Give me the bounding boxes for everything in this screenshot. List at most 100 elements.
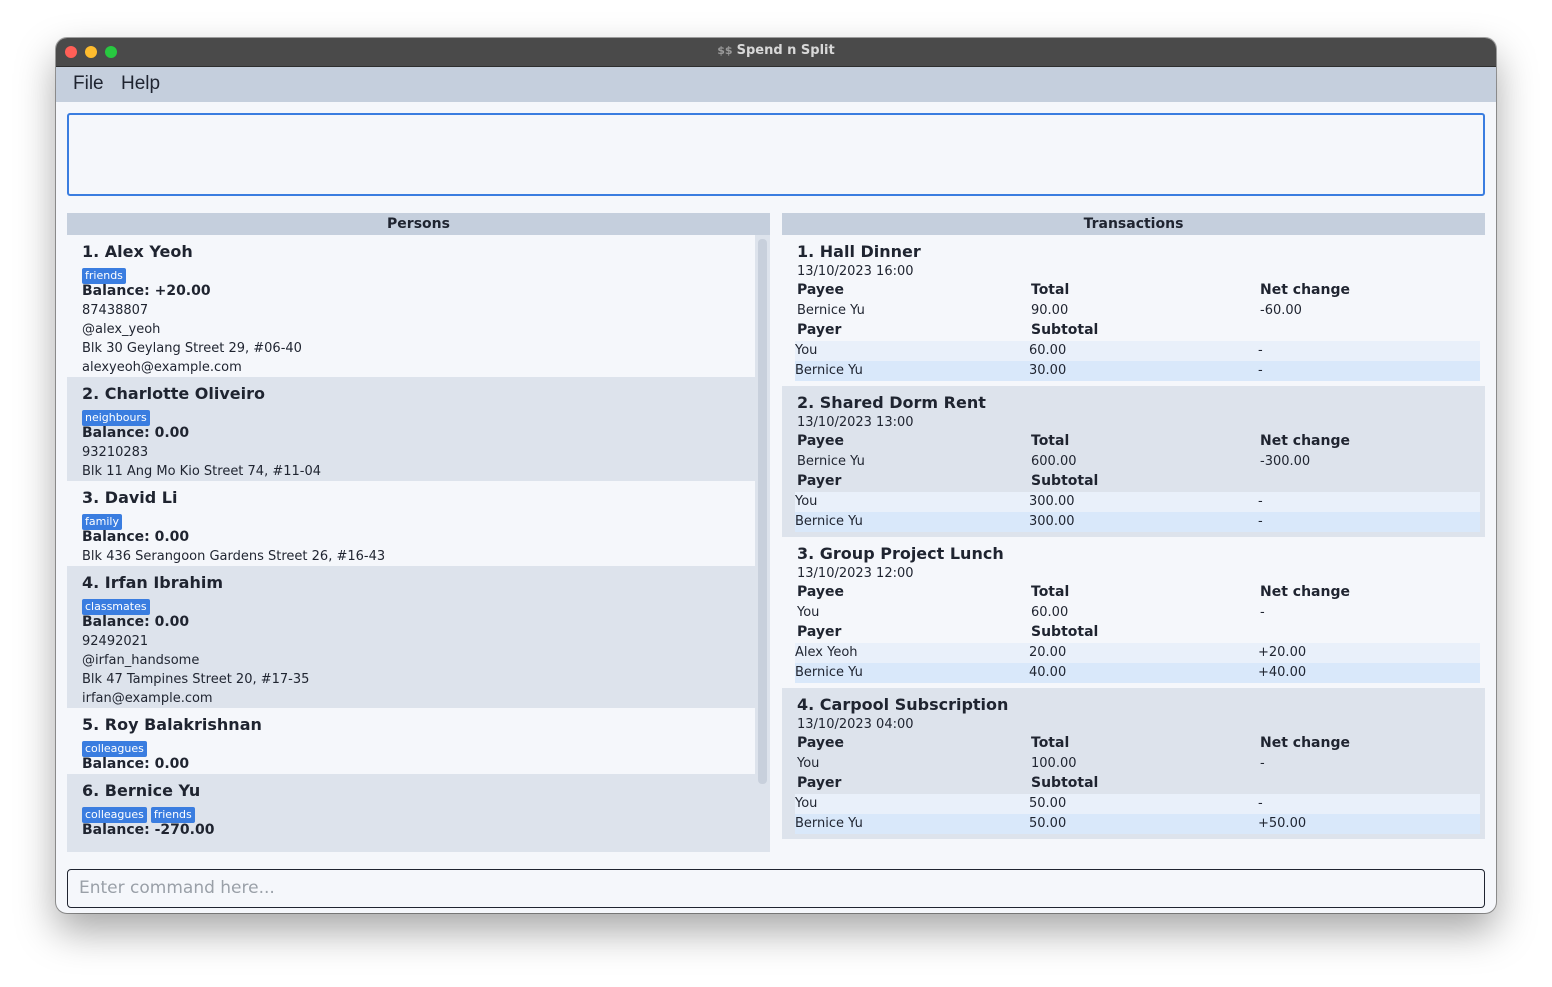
payee-net-change: -: [1260, 756, 1265, 771]
title-bar: $$ Spend n Split: [56, 38, 1496, 67]
person-balance: Balance: 0.00: [82, 614, 190, 630]
payer-name: You: [795, 796, 818, 811]
person-name: 2. Charlotte Oliveiro: [82, 384, 266, 403]
total-label: Total: [1031, 735, 1070, 751]
payer-net-change: +20.00: [1258, 645, 1307, 660]
payee-header-row: Payee Total Net change: [797, 734, 1480, 754]
app-window: $$ Spend n Split File Help Persons 1. Ale…: [56, 38, 1496, 913]
payer-row: Alex Yeoh 20.00 +20.00: [795, 643, 1480, 663]
payer-subtotal: 300.00: [1029, 494, 1075, 509]
payee-name: Bernice Yu: [797, 303, 865, 318]
person-tags: classmates: [82, 595, 740, 615]
person-detail: alexyeoh@example.com: [82, 360, 242, 375]
person-card[interactable]: 4. Irfan Ibrahim classmates Balance: 0.00 9…: [67, 566, 755, 708]
subtotal-label: Subtotal: [1031, 473, 1099, 489]
person-name: 6. Bernice Yu: [82, 781, 201, 800]
payer-net-change: -: [1258, 494, 1263, 509]
command-input[interactable]: Enter command here...: [67, 869, 1485, 908]
transaction-card[interactable]: 4. Carpool Subscription 13/10/2023 04:00 P…: [782, 688, 1485, 839]
net-change-label: Net change: [1260, 584, 1350, 600]
transaction-name: 4. Carpool Subscription: [797, 695, 1009, 714]
persons-header: Persons: [67, 213, 770, 235]
result-display[interactable]: [67, 113, 1485, 196]
person-card[interactable]: 3. David Li family Balance: 0.00 Blk 436 Se…: [67, 481, 755, 566]
persons-panel: Persons 1. Alex Yeoh friends Balance: +20.…: [67, 213, 770, 852]
person-balance: Balance: 0.00: [82, 529, 190, 545]
person-detail: 87438807: [82, 303, 149, 318]
person-name: 5. Roy Balakrishnan: [82, 715, 262, 734]
transaction-date: 13/10/2023 04:00: [797, 717, 914, 732]
person-detail: 93210283: [82, 445, 149, 460]
payee-label: Payee: [797, 584, 845, 600]
menu-bar: File Help: [56, 67, 1496, 102]
total-label: Total: [1031, 282, 1070, 298]
payer-subtotal: 20.00: [1029, 645, 1067, 660]
payer-subtotal: 50.00: [1029, 796, 1067, 811]
transaction-card[interactable]: 1. Hall Dinner 13/10/2023 16:00 Payee Total…: [782, 235, 1485, 386]
subtotal-label: Subtotal: [1031, 624, 1099, 640]
person-tags: friends: [82, 264, 740, 284]
person-card[interactable]: 5. Roy Balakrishnan colleagues Balance: 0.…: [67, 708, 755, 774]
persons-list[interactable]: 1. Alex Yeoh friends Balance: +20.00 874388…: [67, 235, 770, 840]
person-detail: @irfan_handsome: [82, 653, 200, 668]
transaction-name: 1. Hall Dinner: [797, 242, 921, 261]
payee-net-change: -300.00: [1260, 454, 1311, 469]
payee-net-change: -: [1260, 605, 1265, 620]
person-detail: 92492021: [82, 634, 149, 649]
payer-name: Alex Yeoh: [795, 645, 858, 660]
person-tags: colleagues: [82, 737, 740, 757]
payer-name: Bernice Yu: [795, 816, 863, 831]
transactions-list[interactable]: 1. Hall Dinner 13/10/2023 16:00 Payee Total…: [782, 235, 1485, 839]
total-label: Total: [1031, 433, 1070, 449]
net-change-label: Net change: [1260, 282, 1350, 298]
menu-help[interactable]: Help: [121, 73, 160, 95]
person-detail: Blk 30 Geylang Street 29, #06-40: [82, 341, 302, 356]
payer-row: Bernice Yu 40.00 +40.00: [795, 663, 1480, 683]
menu-file[interactable]: File: [73, 73, 104, 95]
person-detail: irfan@example.com: [82, 691, 213, 706]
payer-header-row: Payer Subtotal: [797, 472, 1480, 492]
transaction-card[interactable]: 3. Group Project Lunch 13/10/2023 12:00 Pa…: [782, 537, 1485, 688]
person-tags: neighbours: [82, 406, 740, 426]
person-card[interactable]: 6. Bernice Yu colleagues friends Balance: -…: [67, 774, 755, 840]
window-title-text: Spend n Split: [736, 43, 835, 58]
payer-name: You: [795, 494, 818, 509]
transaction-date: 13/10/2023 13:00: [797, 415, 914, 430]
persons-scrollbar[interactable]: [758, 239, 767, 784]
payer-net-change: -: [1258, 343, 1263, 358]
payer-net-change: -: [1258, 363, 1263, 378]
payer-net-change: -: [1258, 514, 1263, 529]
payer-net-change: +40.00: [1258, 665, 1307, 680]
person-balance: Balance: 0.00: [82, 425, 190, 441]
payer-row: You 60.00 -: [795, 341, 1480, 361]
payer-net-change: +50.00: [1258, 816, 1307, 831]
person-balance: Balance: +20.00: [82, 283, 211, 299]
person-tags: colleagues friends: [82, 803, 740, 823]
payer-row: Bernice Yu 300.00 -: [795, 512, 1480, 532]
person-detail: Blk 47 Tampines Street 20, #17-35: [82, 672, 310, 687]
payer-label: Payer: [797, 775, 842, 791]
payee-total: 90.00: [1031, 303, 1069, 318]
transaction-date: 13/10/2023 16:00: [797, 264, 914, 279]
person-detail: Blk 436 Serangoon Gardens Street 26, #16…: [82, 549, 386, 564]
payer-label: Payer: [797, 322, 842, 338]
payer-label: Payer: [797, 624, 842, 640]
payee-total: 600.00: [1031, 454, 1077, 469]
payer-subtotal: 300.00: [1029, 514, 1075, 529]
transaction-card[interactable]: 2. Shared Dorm Rent 13/10/2023 13:00 Payee…: [782, 386, 1485, 537]
subtotal-label: Subtotal: [1031, 775, 1099, 791]
person-name: 3. David Li: [82, 488, 178, 507]
payee-label: Payee: [797, 735, 845, 751]
total-label: Total: [1031, 584, 1070, 600]
person-card[interactable]: 1. Alex Yeoh friends Balance: +20.00 874388…: [67, 235, 755, 377]
person-detail: @alex_yeoh: [82, 322, 161, 337]
transactions-header: Transactions: [782, 213, 1485, 235]
transaction-name: 3. Group Project Lunch: [797, 544, 1004, 563]
payer-name: Bernice Yu: [795, 665, 863, 680]
person-name: 4. Irfan Ibrahim: [82, 573, 223, 592]
payee-label: Payee: [797, 433, 845, 449]
payer-header-row: Payer Subtotal: [797, 623, 1480, 643]
person-balance: Balance: 0.00: [82, 756, 190, 772]
person-card[interactable]: 2. Charlotte Oliveiro neighbours Balance: …: [67, 377, 755, 481]
transaction-date: 13/10/2023 12:00: [797, 566, 914, 581]
